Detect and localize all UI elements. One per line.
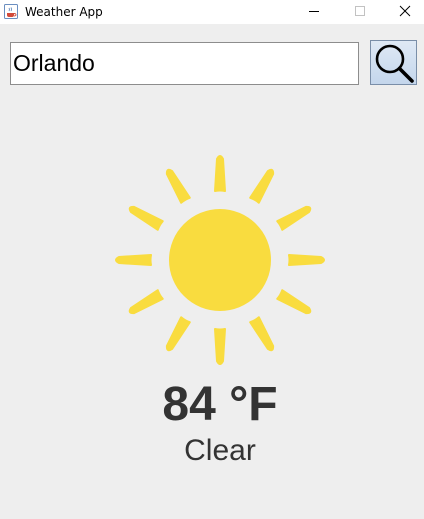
java-cup-icon: [4, 4, 18, 19]
close-button[interactable]: [382, 0, 424, 24]
minimize-button[interactable]: [292, 0, 336, 24]
sun-ray: [249, 316, 275, 352]
sun-ray: [214, 328, 226, 365]
search-button[interactable]: [370, 40, 417, 85]
sun-ray: [165, 316, 191, 352]
sun-icon: [115, 155, 325, 365]
sun-ray: [276, 289, 312, 315]
close-icon: [399, 5, 411, 17]
sun-disc: [169, 209, 271, 311]
minimize-icon: [309, 11, 319, 12]
temperature-label: 84 °F: [162, 378, 278, 431]
maximize-icon: [355, 6, 365, 16]
sun-ray: [288, 254, 325, 266]
app-window: Weather App 84 °F Clea: [0, 0, 424, 519]
search-icon: [375, 44, 414, 83]
sun-ray: [249, 168, 275, 204]
title-bar[interactable]: Weather App: [0, 0, 424, 24]
sun-ray: [115, 254, 152, 266]
city-search-input[interactable]: [10, 42, 359, 85]
sun-ray: [214, 155, 226, 192]
window-title: Weather App: [25, 5, 103, 19]
maximize-button[interactable]: [338, 0, 382, 24]
sun-ray: [128, 289, 164, 315]
sun-ray: [165, 168, 191, 204]
condition-label: Clear: [184, 434, 256, 467]
sun-ray: [276, 205, 312, 231]
sun-ray: [128, 205, 164, 231]
